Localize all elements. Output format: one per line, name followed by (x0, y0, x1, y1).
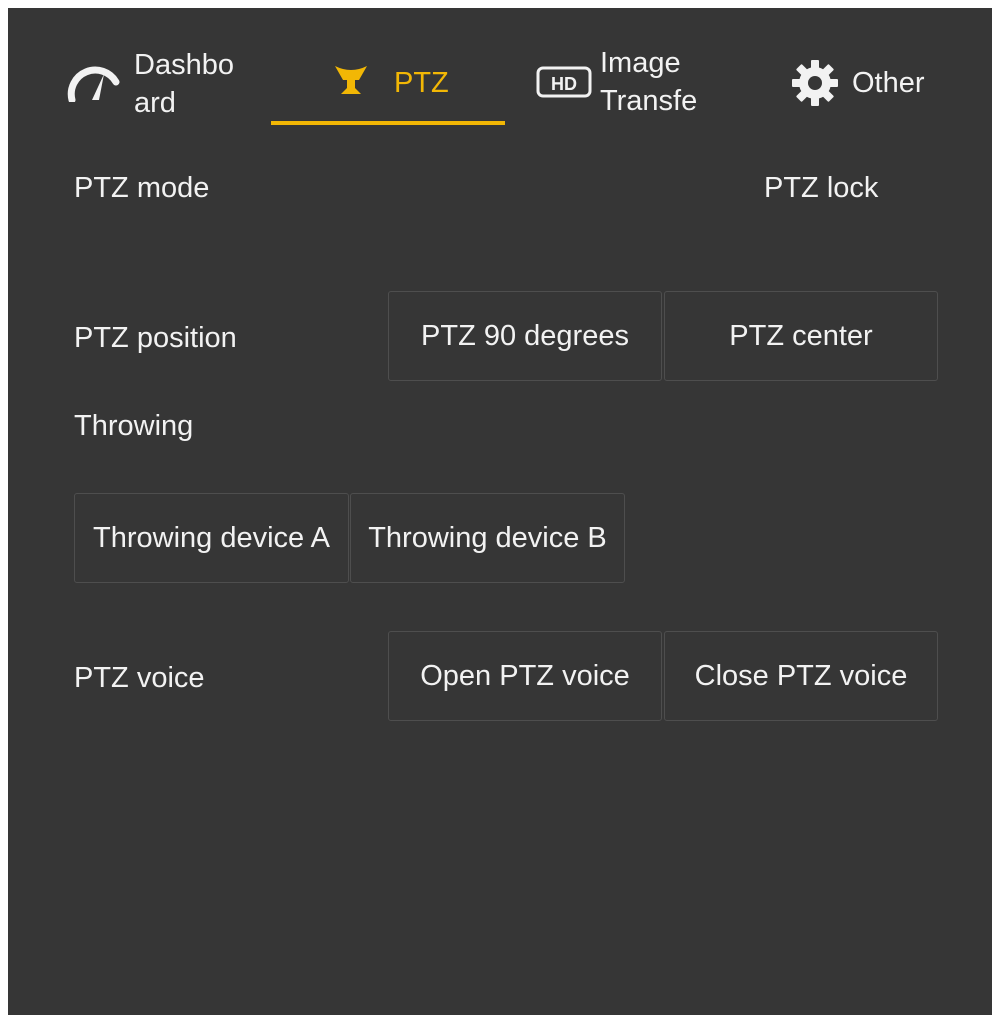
ptz-lock-label[interactable]: PTZ lock (764, 172, 878, 205)
throwing-label: Throwing (74, 410, 194, 442)
throwing-device-a-button[interactable]: Throwing device A (74, 493, 349, 583)
tab-dashboard-label: Dashbo ard (134, 49, 234, 119)
ptz-90-degrees-button[interactable]: PTZ 90 degrees (388, 291, 662, 381)
svg-text:HD: HD (551, 74, 577, 94)
hd-icon: HD (536, 66, 592, 103)
tab-dashboard[interactable]: Dashbo ard (58, 8, 258, 128)
tab-other-label: Other (852, 67, 925, 99)
tab-image-transfer[interactable]: HD Image Transfe (534, 8, 744, 128)
ptz-settings-panel: Dashbo ard PTZ HD Image Transfe Other PT… (8, 8, 992, 1015)
active-tab-indicator (271, 121, 505, 125)
throwing-device-b-button[interactable]: Throwing device B (350, 493, 625, 583)
ptz-voice-label: PTZ voice (74, 662, 205, 694)
ptz-position-label: PTZ position (74, 322, 237, 354)
speedometer-icon (66, 62, 122, 107)
ptz-gimbal-icon (331, 60, 371, 105)
tab-bar: Dashbo ard PTZ HD Image Transfe Other (8, 8, 992, 128)
close-ptz-voice-button[interactable]: Close PTZ voice (664, 631, 938, 721)
ptz-center-button[interactable]: PTZ center (664, 291, 938, 381)
tab-ptz[interactable]: PTZ (271, 8, 505, 128)
gear-icon (790, 58, 840, 113)
open-ptz-voice-button[interactable]: Open PTZ voice (388, 631, 662, 721)
tab-ptz-label: PTZ (394, 67, 449, 99)
ptz-mode-label: PTZ mode (74, 172, 210, 204)
tab-image-transfer-label: Image Transfe (600, 47, 698, 117)
tab-other[interactable]: Other (790, 8, 970, 128)
